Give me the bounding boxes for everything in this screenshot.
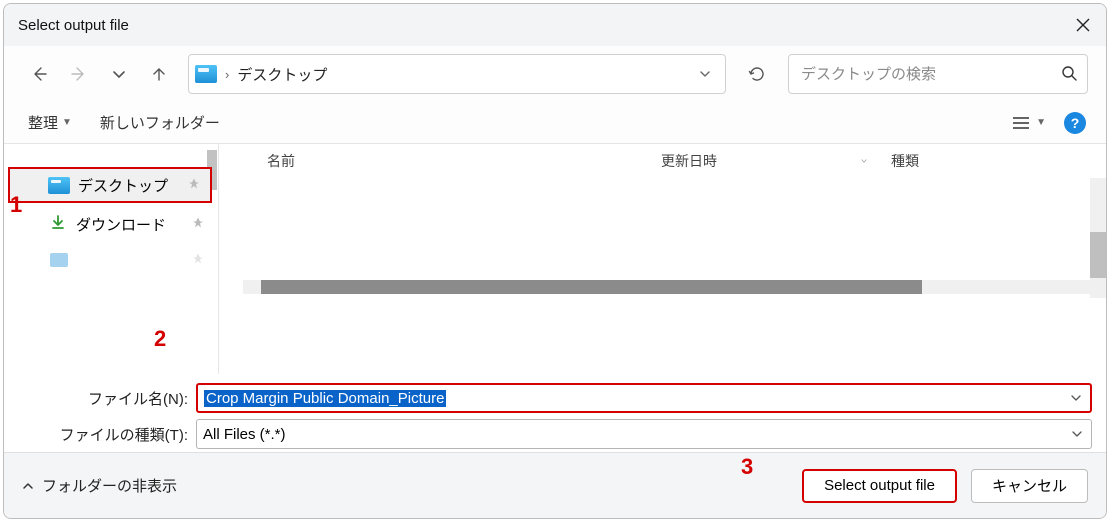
- column-name[interactable]: 名前: [219, 151, 649, 171]
- search-icon: [1061, 65, 1077, 84]
- refresh-icon: [748, 65, 766, 83]
- desktop-icon: [195, 65, 217, 83]
- dialog-title: Select output file: [18, 17, 129, 34]
- desktop-icon: [48, 177, 70, 194]
- filename-dropdown[interactable]: [1066, 393, 1086, 403]
- column-type[interactable]: 種類: [879, 151, 999, 171]
- nav-back-button[interactable]: [22, 57, 56, 91]
- sidebar-item-desktop[interactable]: デスクトップ: [8, 167, 212, 203]
- search-box[interactable]: [788, 54, 1088, 94]
- primary-action-button[interactable]: Select output file: [802, 469, 957, 503]
- address-dropdown[interactable]: [691, 60, 719, 88]
- hide-folders-label: フォルダーの非表示: [42, 475, 177, 496]
- save-dialog: Select output file › デスクトップ: [3, 3, 1107, 519]
- organize-label: 整理: [28, 112, 58, 133]
- cancel-label: キャンセル: [992, 475, 1067, 496]
- nav-recent-button[interactable]: [102, 57, 136, 91]
- file-list-area: 名前 更新日時 種類: [219, 144, 1106, 374]
- filename-row: ファイル名(N): Crop Margin Public Domain_Pict…: [18, 380, 1092, 416]
- primary-action-label: Select output file: [824, 477, 935, 494]
- footer-buttons: Select output file キャンセル: [802, 469, 1088, 503]
- help-icon: ?: [1071, 115, 1080, 131]
- filetype-row: ファイルの種類(T): All Files (*.*): [18, 416, 1092, 452]
- field-rows: ファイル名(N): Crop Margin Public Domain_Pict…: [4, 374, 1106, 452]
- toolbar: 整理 ▼ 新しいフォルダー ▼ ?: [4, 102, 1106, 144]
- cancel-button[interactable]: キャンセル: [971, 469, 1088, 503]
- column-date[interactable]: 更新日時: [649, 151, 849, 171]
- title-bar: Select output file: [4, 4, 1106, 46]
- new-folder-button[interactable]: 新しいフォルダー: [100, 112, 220, 133]
- sidebar-item-generic[interactable]: [8, 242, 214, 278]
- file-list[interactable]: [219, 178, 1106, 294]
- sidebar-item-downloads[interactable]: ダウンロード: [8, 206, 214, 242]
- chevron-down-icon: [861, 156, 867, 166]
- sidebar: デスクトップ ダウンロード: [4, 144, 219, 374]
- nav-up-button[interactable]: [142, 57, 176, 91]
- breadcrumb-separator-icon: ›: [225, 67, 229, 82]
- toolbar-right: ▼ ?: [1012, 112, 1086, 134]
- new-folder-label: 新しいフォルダー: [100, 112, 220, 133]
- filetype-value: All Files (*.*): [203, 426, 1067, 443]
- chevron-down-icon: [1072, 429, 1082, 439]
- view-menu[interactable]: ▼: [1012, 116, 1046, 130]
- organize-menu[interactable]: 整理 ▼: [28, 112, 72, 133]
- toolbar-left: 整理 ▼ 新しいフォルダー: [28, 112, 220, 133]
- address-location: デスクトップ: [237, 64, 683, 85]
- close-button[interactable]: [1060, 4, 1106, 46]
- nav-forward-button[interactable]: [62, 57, 96, 91]
- download-icon: [50, 214, 66, 234]
- arrow-left-icon: [31, 66, 47, 82]
- refresh-button[interactable]: [738, 55, 776, 93]
- chevron-down-icon: [111, 66, 127, 82]
- sidebar-item-label: ダウンロード: [76, 214, 166, 235]
- address-bar[interactable]: › デスクトップ: [188, 54, 726, 94]
- chevron-up-icon: [22, 480, 34, 492]
- dialog-body: デスクトップ ダウンロード: [4, 144, 1106, 374]
- folder-icon: [50, 253, 68, 267]
- vertical-scrollbar-thumb[interactable]: [1090, 232, 1106, 278]
- filename-value: Crop Margin Public Domain_Picture: [204, 390, 1066, 407]
- dialog-footer: フォルダーの非表示 Select output file キャンセル: [4, 452, 1106, 518]
- sort-indicator[interactable]: [849, 156, 879, 166]
- search-input[interactable]: [799, 65, 1053, 84]
- pin-icon: [192, 216, 204, 233]
- column-headers: 名前 更新日時 種類: [219, 144, 1106, 178]
- filename-input[interactable]: Crop Margin Public Domain_Picture: [196, 383, 1092, 413]
- filetype-dropdown[interactable]: [1067, 429, 1087, 439]
- pin-icon: [188, 177, 200, 194]
- filetype-select[interactable]: All Files (*.*): [196, 419, 1092, 449]
- caret-down-icon: ▼: [1036, 117, 1046, 128]
- caret-down-icon: ▼: [62, 117, 72, 128]
- filetype-label: ファイルの種類(T):: [18, 424, 188, 445]
- hide-folders-toggle[interactable]: フォルダーの非表示: [22, 475, 177, 496]
- filename-label: ファイル名(N):: [18, 388, 188, 409]
- horizontal-scrollbar-thumb[interactable]: [261, 280, 922, 294]
- horizontal-scrollbar-track[interactable]: [243, 280, 1090, 294]
- nav-row: › デスクトップ: [4, 46, 1106, 102]
- sidebar-item-label: デスクトップ: [78, 175, 168, 196]
- chevron-down-icon: [699, 68, 711, 80]
- pin-icon: [192, 252, 204, 269]
- list-view-icon: [1012, 116, 1030, 130]
- arrow-up-icon: [151, 66, 167, 82]
- chevron-down-icon: [1071, 393, 1081, 403]
- close-icon: [1076, 18, 1090, 32]
- help-button[interactable]: ?: [1064, 112, 1086, 134]
- arrow-right-icon: [71, 66, 87, 82]
